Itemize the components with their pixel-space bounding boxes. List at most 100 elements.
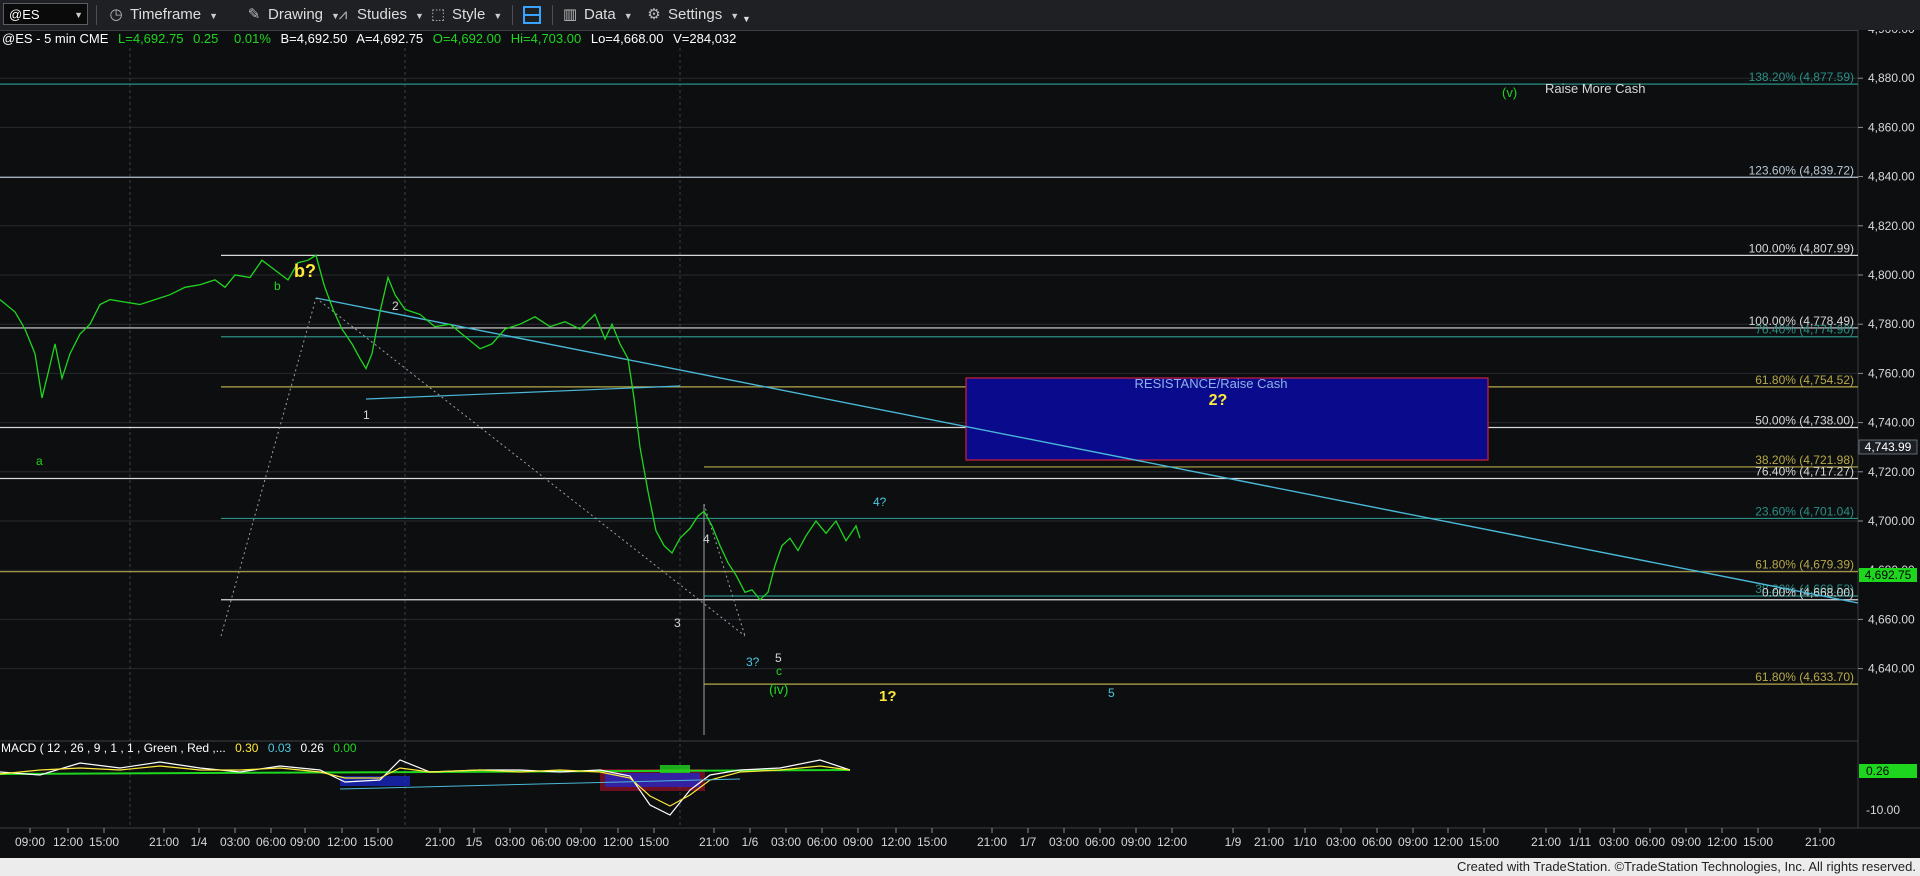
style-button[interactable]: ⬚ Style ▼ [428,0,502,30]
time-tick-label: 1/5 [466,835,483,849]
wave-a-label: a [36,454,43,468]
time-tick-label: 06:00 [1362,835,1392,849]
drawing-button[interactable]: ✎ Drawing ▼ [244,0,340,30]
symbol-selector[interactable]: @ES ▼ [3,3,88,25]
time-tick-label: 12:00 [1707,835,1737,849]
time-tick-label: 09:00 [15,835,45,849]
studies-button[interactable]: ⩘ Studies ▼ [333,0,424,30]
macd-value-3: 0.26 [301,741,325,755]
time-tick-label: 12:00 [1433,835,1463,849]
raise-more-cash-label: Raise More Cash [1545,81,1645,96]
price-tick-label: 4,860.00 [1868,120,1915,134]
chevron-down-icon: ▼ [74,10,83,20]
studies-icon: ⩘ [338,6,348,23]
fib-label: 23.60% (4,701.04) [1755,504,1854,518]
time-axis-ticks: 09:00 12:00 15:00 21:00 1/4 03:00 06:00 09:00 12… [15,828,1835,849]
macd-value-1: 0.30 [235,741,259,755]
chart-canvas[interactable]: 138.20% (4,877.59) 123.60% (4,839.72) 100.… [0,30,1920,858]
wave-5-cyan-label: 5 [1108,686,1115,700]
wave-1q-label: 1? [879,688,897,705]
chevron-down-icon: ▼ [209,11,219,21]
resistance-label: RESISTANCE/Raise Cash [1135,376,1288,391]
fib-label: 76.40% (4,774.90) [1755,323,1854,337]
time-tick-label: 06:00 [256,835,286,849]
time-tick-label: 09:00 [1671,835,1701,849]
data-button[interactable]: ▥ Data ▼ [560,0,633,30]
time-tick-label: 03:00 [771,835,801,849]
gridlines [0,77,1858,670]
price-marker-4743-label: 4,743.99 [1865,440,1912,454]
chevron-down-icon: ▼ [730,11,740,21]
dotted-fib-anchor-2 [315,297,746,637]
toolbar-divider [96,5,97,25]
time-tick-label: 12:00 [881,835,911,849]
layout-icon[interactable] [523,6,541,24]
last-price-label: 4,692.75 [1865,568,1912,582]
price-tick-label: 4,840.00 [1868,170,1915,184]
time-tick-label: 21:00 [1531,835,1561,849]
fib-label: 100.00% (4,807.99) [1749,241,1854,255]
toolbar-divider [512,5,513,25]
time-tick-label: 1/6 [742,835,759,849]
style-label: Style [452,6,486,23]
time-tick-label: 03:00 [1049,835,1079,849]
timeframe-button[interactable]: ◷ Timeframe ▼ [106,0,218,30]
time-tick-label: 03:00 [495,835,525,849]
symbol-value: @ES [9,7,40,22]
toolbar: @ES ▼ ◷ Timeframe ▼ ✎ Drawing ▼ ⩘ Studies ▼ ⬚ S… [0,0,1920,31]
wave-3-label: 3 [674,616,681,630]
macd-line [0,759,851,816]
descending-trendline[interactable] [315,297,1859,604]
time-tick-label: 15:00 [1469,835,1499,849]
wave-v-label: (v) [1502,85,1517,100]
macd-legend: MACD ( 12 , 26 , 9 , 1 , 1 , Green , Red… [1,741,357,755]
wave-iv-label: (iv) [769,681,788,697]
timeframe-label: Timeframe [130,6,202,23]
time-tick-label: 21:00 [1254,835,1284,849]
wave-4q-label: 4? [873,495,887,509]
time-tick-label: 1/9 [1225,835,1242,849]
price-tick-label: 4,700.00 [1868,514,1915,528]
fib-label: 76.40% (4,717.27) [1755,465,1854,479]
price-tick-label: 4,660.00 [1868,612,1915,626]
studies-label: Studies [357,6,408,23]
toolbar-divider [552,5,553,25]
time-tick-label: 1/4 [191,835,208,849]
wave-c-label: c [776,664,782,678]
price-tick-label: 4,720.00 [1868,465,1915,479]
price-tick-label: 4,780.00 [1868,317,1915,331]
time-tick-label: 21:00 [977,835,1007,849]
time-tick-label: 12:00 [327,835,357,849]
time-tick-label: 09:00 [843,835,873,849]
time-tick-label: 15:00 [89,835,119,849]
pencil-icon: ✎ [247,6,261,23]
macd-label: MACD ( 12 , 26 , 9 , 1 , 1 , Green , Red… [1,741,226,755]
macd-value-2: 0.03 [268,741,292,755]
wave-3q-label: 3? [746,655,760,669]
time-tick-label: 12:00 [603,835,633,849]
time-tick-label: 09:00 [1121,835,1151,849]
dotted-fib-anchor-1 [220,297,317,637]
data-icon: ▥ [562,6,578,23]
wave-2-label: 2 [392,299,399,313]
time-tick-label: 15:00 [639,835,669,849]
time-tick-label: 09:00 [290,835,320,849]
price-tick-label: 4,880.00 [1868,71,1915,85]
settings-label: Settings [668,6,723,23]
macd-value-4: 0.00 [333,741,357,755]
time-tick-label: 06:00 [1635,835,1665,849]
settings-button[interactable]: ⚙ Settings ▼ [644,0,739,30]
time-tick-label: 12:00 [53,835,83,849]
day-separators [129,48,681,828]
time-tick-label: 21:00 [425,835,455,849]
fib-label: 61.80% (4,679.39) [1755,558,1854,572]
fib-label: 50.00% (4,738.00) [1755,414,1854,428]
price-tick-label: 4,740.00 [1868,416,1915,430]
price-tick-label: 4,820.00 [1868,219,1915,233]
chevron-down-icon: ▼ [623,11,633,21]
time-tick-label: 06:00 [531,835,561,849]
time-tick-label: 21:00 [149,835,179,849]
macd-axis-low: -10.00 [1866,803,1900,817]
copyright-text: Created with TradeStation. ©TradeStation… [1456,859,1916,874]
channel-connector [316,298,366,399]
